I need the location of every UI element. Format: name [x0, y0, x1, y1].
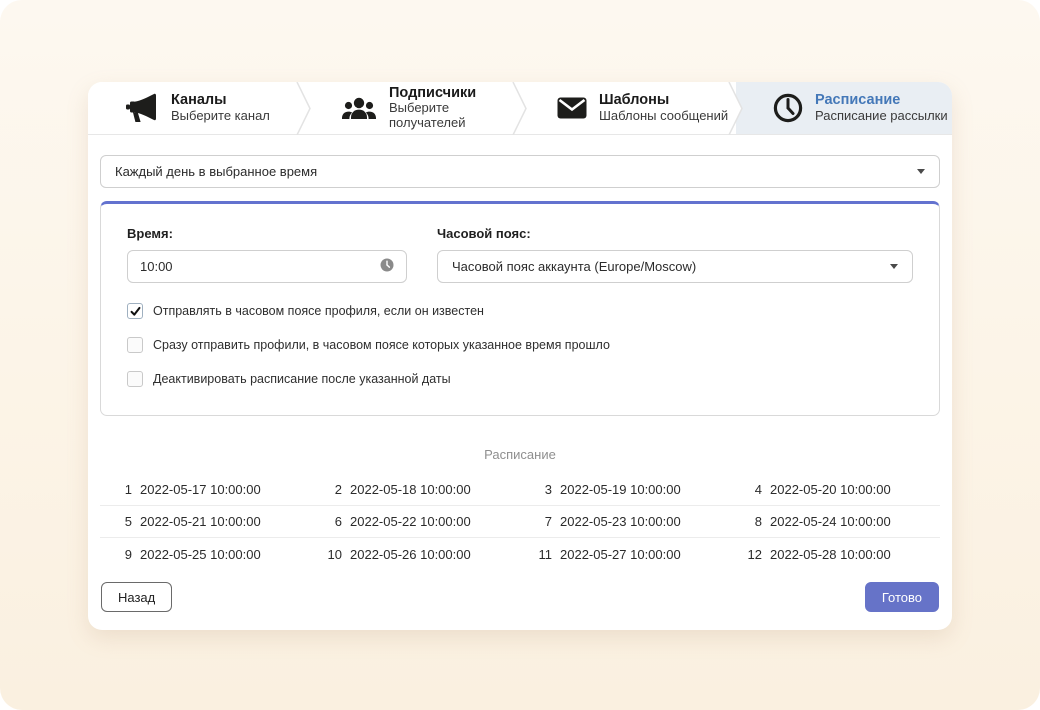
schedule-list-title: Расписание — [484, 447, 556, 462]
tab-templates[interactable]: Шаблоны Шаблоны сообщений — [520, 82, 743, 135]
schedule-row: 5 2022-05-21 10:00:00 6 2022-05-22 10:00:0… — [100, 506, 940, 538]
tab-subscribers-title: Подписчики — [389, 84, 477, 101]
wizard-footer: Назад Готово — [100, 582, 940, 612]
options-checkbox-group: Отправлять в часовом поясе профиля, если… — [127, 303, 913, 387]
schedule-item: 9 2022-05-25 10:00:00 — [124, 546, 261, 562]
checkbox-label: Сразу отправить профили, в часовом поясе… — [153, 338, 610, 352]
checkbox-profile-timezone[interactable]: Отправлять в часовом поясе профиля, если… — [127, 303, 913, 319]
tab-schedule-subtitle: Расписание рассылки — [815, 107, 948, 123]
checkbox-checked-icon[interactable] — [127, 303, 143, 319]
time-label: Время: — [127, 226, 173, 241]
scheduler-card: Каналы Выберите канал Подписчики Выберит… — [88, 82, 952, 630]
subscribers-icon — [341, 94, 377, 122]
schedule-item: 6 2022-05-22 10:00:00 — [334, 514, 471, 529]
checkbox-send-immediately[interactable]: Сразу отправить профили, в часовом поясе… — [127, 337, 913, 353]
tab-templates-subtitle: Шаблоны сообщений — [599, 107, 729, 123]
schedule-item: 12 2022-05-28 10:00:00 — [747, 546, 891, 562]
checkbox-unchecked-icon[interactable] — [127, 371, 143, 387]
schedule-row: 9 2022-05-25 10:00:00 10 2022-05-26 10:00:… — [100, 538, 940, 570]
back-button[interactable]: Назад — [101, 582, 173, 612]
time-input[interactable]: 10:00 — [127, 250, 407, 283]
checkbox-label: Деактивировать расписание после указанно… — [153, 372, 451, 386]
schedule-item: 10 2022-05-26 10:00:00 — [327, 546, 471, 562]
tab-channels[interactable]: Каналы Выберите канал — [88, 82, 311, 135]
envelope-icon — [557, 97, 587, 119]
checkbox-unchecked-icon[interactable] — [127, 337, 143, 353]
done-button[interactable]: Готово — [864, 582, 939, 612]
schedule-step-content: Каждый день в выбранное время Время: 10:… — [88, 135, 952, 630]
schedule-item: 8 2022-05-24 10:00:00 — [754, 514, 891, 529]
schedule-item: 11 2022-05-27 10:00:00 — [538, 546, 681, 562]
schedule-item: 3 2022-05-19 10:00:00 — [544, 482, 681, 497]
megaphone-icon — [125, 93, 159, 123]
clock-small-icon — [380, 258, 394, 275]
tab-channels-subtitle: Выберите канал — [171, 107, 270, 123]
tab-subscribers[interactable]: Подписчики Выберите получателей — [304, 82, 527, 135]
frequency-select[interactable]: Каждый день в выбранное время — [100, 155, 940, 188]
tab-subscribers-subtitle: Выберите получателей — [389, 100, 466, 131]
clock-icon — [773, 93, 803, 123]
checkbox-label: Отправлять в часовом поясе профиля, если… — [153, 304, 484, 318]
schedule-row: 1 2022-05-17 10:00:00 2 2022-05-18 10:00:0… — [100, 474, 940, 506]
timezone-label: Часовой пояс: — [437, 226, 531, 241]
chevron-down-icon — [890, 264, 898, 269]
schedule-item: 2 2022-05-18 10:00:00 — [334, 482, 471, 497]
schedule-item: 1 2022-05-17 10:00:00 — [124, 482, 261, 497]
tab-separator-icon — [728, 82, 743, 135]
chevron-down-icon — [917, 169, 925, 174]
frequency-select-value: Каждый день в выбранное время — [115, 164, 318, 179]
tab-channels-title: Каналы — [171, 92, 227, 109]
wizard-tabbar: Каналы Выберите канал Подписчики Выберит… — [88, 82, 952, 135]
schedule-item: 5 2022-05-21 10:00:00 — [124, 514, 261, 529]
timezone-select[interactable]: Часовой пояс аккаунта (Europe/Moscow) — [437, 250, 913, 283]
page-background: Каналы Выберите канал Подписчики Выберит… — [0, 0, 1040, 710]
checkbox-deactivate-after-date[interactable]: Деактивировать расписание после указанно… — [127, 371, 913, 387]
tab-templates-title: Шаблоны — [599, 92, 670, 109]
schedule-settings-panel: Время: 10:00 Часовой пояс: Часовой пояс … — [100, 201, 940, 416]
time-input-value: 10:00 — [140, 259, 173, 274]
schedule-list: 1 2022-05-17 10:00:00 2 2022-05-18 10:00:0… — [100, 474, 940, 570]
timezone-select-value: Часовой пояс аккаунта (Europe/Moscow) — [452, 259, 697, 274]
schedule-item: 7 2022-05-23 10:00:00 — [544, 514, 681, 529]
tab-schedule[interactable]: Расписание Расписание рассылки — [736, 82, 952, 134]
tab-separator-icon — [512, 82, 527, 135]
tab-separator-icon — [296, 82, 311, 135]
schedule-item: 4 2022-05-20 10:00:00 — [754, 482, 891, 497]
tab-schedule-title: Расписание — [815, 92, 901, 109]
